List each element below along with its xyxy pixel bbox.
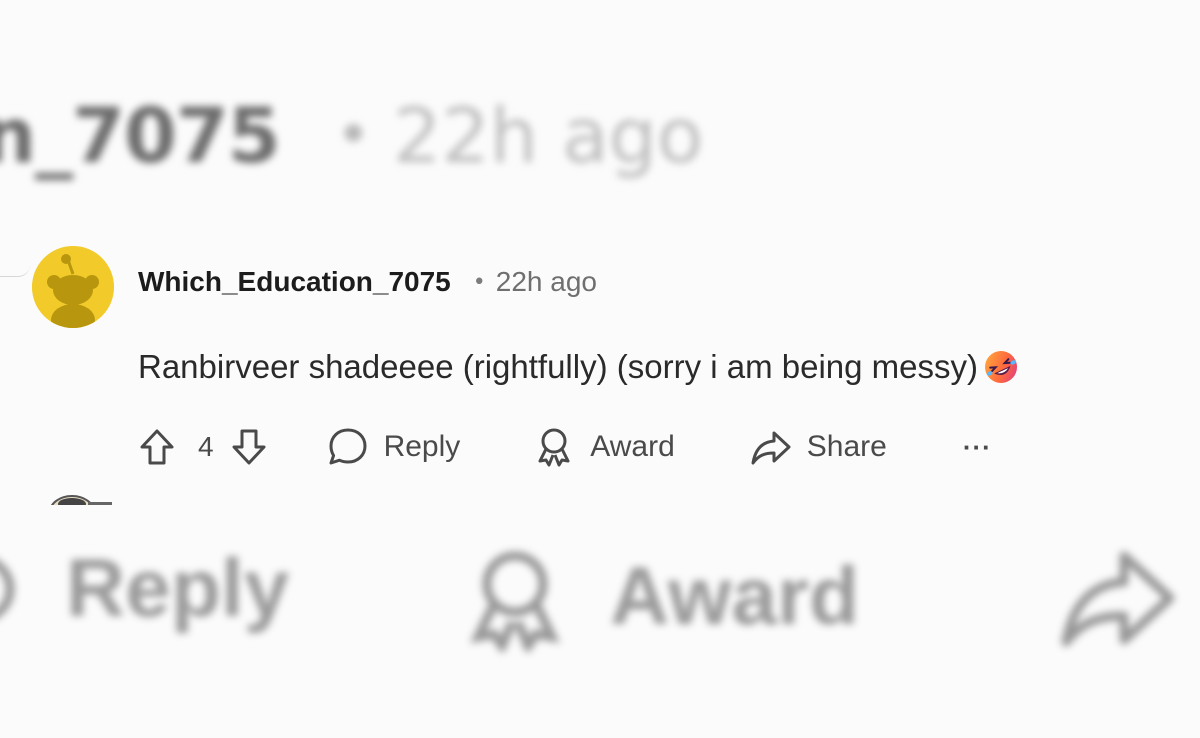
award-label: Award (590, 430, 675, 463)
blurred-comment-bubble-icon (0, 561, 15, 617)
blurred-previous-header: n_7075 • 22h ago (0, 80, 703, 190)
blurred-timestamp: 22h ago (393, 90, 704, 180)
vote-count: 4 (198, 431, 214, 462)
comment-timestamp[interactable]: 22h ago (496, 266, 597, 298)
comment-header: Which_Education_7075 • 22h ago (138, 262, 597, 302)
share-button[interactable]: Share (749, 425, 887, 469)
avatar[interactable] (32, 246, 114, 328)
comment-body: Ranbirveer shadeeee (rightfully) (sorry … (138, 348, 1020, 386)
more-options-button[interactable]: ··· (963, 432, 992, 463)
share-arrow-icon (749, 425, 793, 469)
upvote-icon[interactable] (136, 426, 178, 468)
blurred-share-icon (1061, 551, 1175, 647)
comment-body-text: Ranbirveer shadeeee (rightfully) (sorry … (138, 348, 978, 385)
blurred-reply-label: Reply (66, 543, 290, 634)
snoo-avatar-icon (32, 246, 114, 328)
blurred-username: n_7075 (0, 90, 281, 180)
award-button[interactable]: Award (532, 425, 675, 469)
comment-bubble-icon (326, 425, 370, 469)
blurred-award-label: Award (610, 551, 860, 642)
blurred-reply: Reply (0, 542, 289, 636)
more-options-icon: ··· (962, 431, 992, 462)
blurred-action-bar: Reply Award (0, 520, 1200, 660)
comment-action-bar: 4 Reply Award Share ··· (136, 420, 992, 474)
comment-screenshot: n_7075 • 22h ago Which_Education_7075 • … (0, 0, 1200, 738)
reply-button[interactable]: Reply (326, 425, 461, 469)
reply-label: Reply (383, 430, 461, 463)
blurred-share (1060, 542, 1180, 652)
blurred-separator: • (335, 100, 372, 170)
award-icon (532, 425, 576, 469)
next-comment-avatar[interactable] (40, 490, 114, 506)
share-label: Share (806, 430, 887, 463)
blurred-award-icon (470, 551, 560, 652)
thread-connector-line (0, 262, 30, 277)
comment-username[interactable]: Which_Education_7075 (138, 266, 451, 298)
rolling-laughing-emoji-icon (982, 348, 1020, 386)
blurred-award: Award (460, 542, 859, 652)
downvote-icon[interactable] (228, 426, 270, 468)
header-separator: • (472, 269, 486, 295)
